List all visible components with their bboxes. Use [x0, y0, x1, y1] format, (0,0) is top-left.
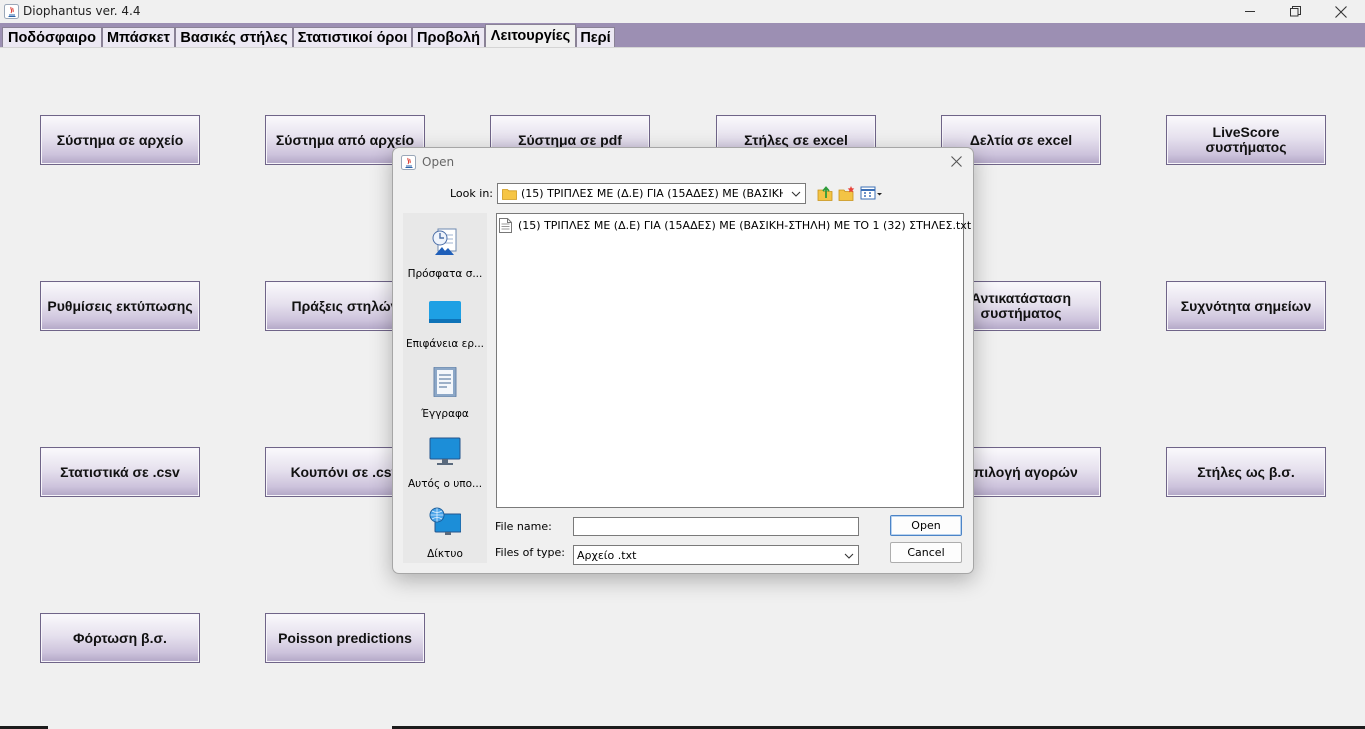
place-this-pc-label: Αυτός ο υπο...: [407, 478, 483, 490]
desktop-icon: [429, 301, 461, 323]
tab-functions[interactable]: Λειτουργίες: [485, 24, 576, 47]
load-db-button[interactable]: Φόρτωση β.σ.: [40, 613, 200, 663]
documents-icon: [433, 367, 457, 397]
minimize-icon: [1244, 11, 1255, 12]
minimize-button[interactable]: [1227, 0, 1273, 23]
tab-about[interactable]: Περί: [576, 27, 615, 47]
file-name-input[interactable]: [573, 517, 859, 536]
file-list-item[interactable]: (15) ΤΡΙΠΛΕΣ ΜΕ (Δ.Ε) ΓΙΑ (15ΑΔΕΣ) ΜΕ (Β…: [499, 217, 971, 233]
window-title: Diophantus ver. 4.4: [23, 4, 141, 18]
close-button[interactable]: [1318, 0, 1364, 23]
close-icon: [950, 155, 962, 167]
place-documents-label: Έγγραφα: [421, 408, 469, 420]
place-recent[interactable]: Πρόσφατα σ...: [403, 221, 487, 283]
network-icon: [429, 507, 461, 535]
place-recent-label: Πρόσφατα σ...: [407, 268, 483, 280]
file-name-label: File name:: [495, 520, 552, 533]
tab-basic-columns[interactable]: Βασικές στήλες: [175, 27, 293, 47]
dialog-title-bar: Open: [393, 148, 973, 176]
file-list[interactable]: (15) ΤΡΙΠΛΕΣ ΜΕ (Δ.Ε) ΓΙΑ (15ΑΔΕΣ) ΜΕ (Β…: [496, 213, 971, 508]
points-frequency-button[interactable]: Συχνότητα σημείων: [1166, 281, 1326, 331]
java-app-icon: [401, 155, 416, 170]
close-icon: [1335, 5, 1347, 18]
view-menu-icon[interactable]: [860, 184, 884, 202]
folder-icon: [502, 188, 517, 200]
tab-basketball[interactable]: Μπάσκετ: [102, 27, 175, 47]
window-title-bar: Diophantus ver. 4.4: [0, 0, 1365, 23]
place-this-pc[interactable]: Αυτός ο υπο...: [403, 431, 487, 493]
restore-icon: [1289, 6, 1301, 17]
place-documents[interactable]: Έγγραφα: [403, 361, 487, 423]
recent-icon: [432, 228, 457, 255]
places-bar: Πρόσφατα σ... Επιφάνεια ερ... Έγγραφα Αυ…: [403, 213, 487, 563]
java-app-icon: [4, 4, 19, 19]
place-desktop[interactable]: Επιφάνεια ερ...: [403, 291, 487, 353]
file-name: (15) ΤΡΙΠΛΕΣ ΜΕ (Δ.Ε) ΓΙΑ (15ΑΔΕΣ) ΜΕ (Β…: [518, 218, 972, 232]
place-network[interactable]: Δίκτυο: [403, 501, 487, 563]
dialog-close-button[interactable]: [947, 152, 965, 170]
up-folder-icon[interactable]: [816, 184, 834, 202]
cancel-button[interactable]: Cancel: [890, 542, 962, 563]
tab-view[interactable]: Προβολή: [412, 27, 485, 47]
open-button[interactable]: Open: [890, 515, 962, 536]
print-settings-button[interactable]: Ρυθμίσεις εκτύπωσης: [40, 281, 200, 331]
open-file-dialog: Open Look in: (15) ΤΡΙΠΛΕΣ ΜΕ (Δ.Ε) ΓΙΑ …: [392, 147, 974, 574]
columns-as-db-button[interactable]: Στήλες ως β.σ.: [1166, 447, 1326, 497]
system-to-file-button[interactable]: Σύστημα σε αρχείο: [40, 115, 200, 165]
chevron-down-icon: [791, 191, 801, 197]
restore-button[interactable]: [1272, 0, 1318, 23]
files-of-type-value: Αρχείο .txt: [577, 549, 637, 562]
place-network-label: Δίκτυο: [427, 548, 463, 560]
livescore-system-button[interactable]: LiveScore συστήματος: [1166, 115, 1326, 165]
dialog-title: Open: [422, 155, 455, 169]
tab-bar: Ποδόσφαιρο Μπάσκετ Βασικές στήλες Στατισ…: [0, 23, 1365, 47]
tab-football[interactable]: Ποδόσφαιρο: [2, 27, 102, 47]
look-in-label: Look in:: [450, 187, 493, 200]
text-file-icon: [499, 217, 512, 233]
chevron-down-icon: [844, 553, 854, 559]
new-folder-icon[interactable]: [838, 184, 856, 202]
look-in-value: (15) ΤΡΙΠΛΕΣ ΜΕ (Δ.Ε) ΓΙΑ (15ΑΔΕΣ) ΜΕ (Β…: [521, 187, 783, 200]
tab-statistical-terms[interactable]: Στατιστικοί όροι: [293, 27, 412, 47]
computer-icon: [429, 437, 461, 465]
poisson-predictions-button[interactable]: Poisson predictions: [265, 613, 425, 663]
files-of-type-label: Files of type:: [495, 546, 566, 559]
look-in-combo[interactable]: (15) ΤΡΙΠΛΕΣ ΜΕ (Δ.Ε) ΓΙΑ (15ΑΔΕΣ) ΜΕ (Β…: [497, 183, 806, 204]
stats-to-csv-button[interactable]: Στατιστικά σε .csv: [40, 447, 200, 497]
files-of-type-combo[interactable]: Αρχείο .txt: [573, 545, 859, 565]
place-desktop-label: Επιφάνεια ερ...: [405, 338, 485, 350]
